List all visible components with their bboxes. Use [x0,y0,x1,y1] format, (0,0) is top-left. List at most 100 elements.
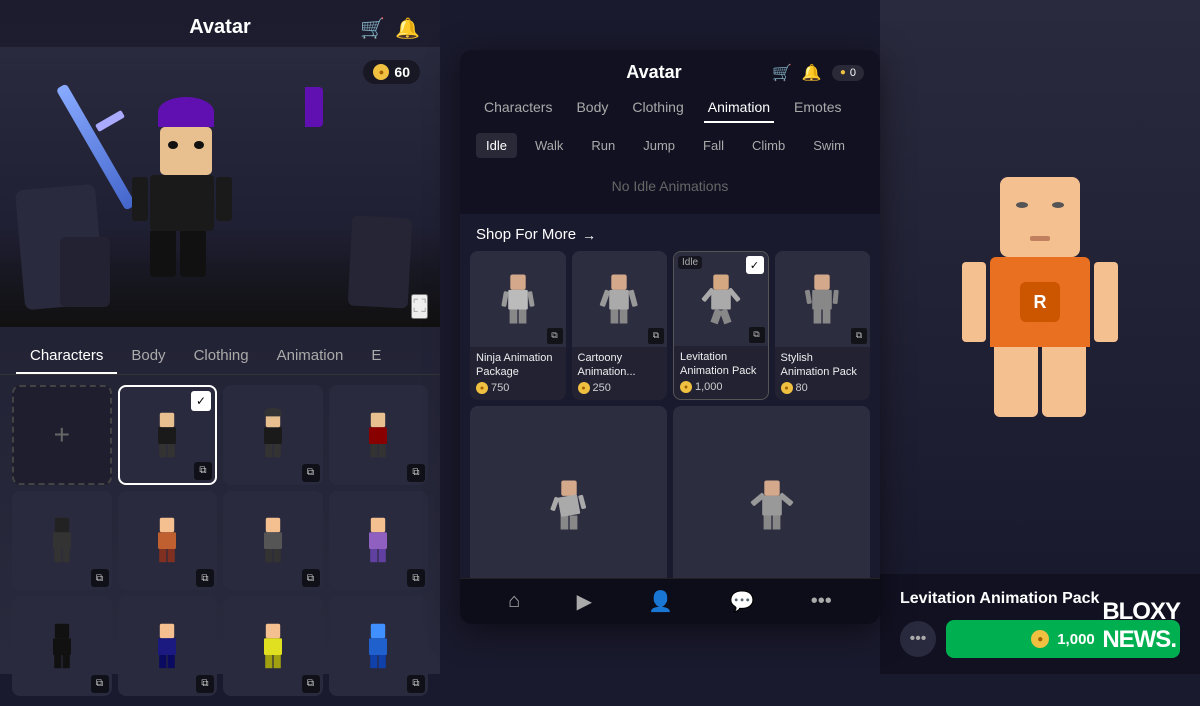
left-panel: Avatar 🛒 🔔 ● 60 [0,0,440,674]
nav-avatar-icon[interactable]: 👤 [648,589,673,614]
char-figure-2 [264,413,282,457]
right-arm-right [1094,262,1118,342]
sub-tab-climb[interactable]: Climb [742,133,795,158]
levitation-coin-icon: ● [680,381,692,393]
selected-check: ✓ [191,391,211,411]
mid-tab-emotes[interactable]: Emotes [790,93,845,123]
character-item-3[interactable]: ⧉ [329,385,429,485]
right-arm-left [962,262,986,342]
copy-badge-7: ⧉ [407,569,425,587]
buy-price: 1,000 [1057,631,1095,648]
nav-home-icon[interactable]: ⌂ [508,590,520,613]
character-grid: + ✓ ⧉ ⧉ [0,375,440,706]
character-item-10[interactable]: ⧉ [223,596,323,696]
shop-item-ninja-name: Ninja Animation Package [476,351,560,380]
copy-cartoony: ⧉ [648,328,664,344]
character-item-4[interactable]: ⧉ [12,491,112,591]
expand-button[interactable]: ⛶ [411,294,428,319]
mid-tab-clothing[interactable]: Clothing [628,93,687,123]
ninja-price-val: 750 [491,382,509,394]
cart-button[interactable]: 🛒 [360,16,385,41]
character-item-8[interactable]: ⧉ [12,596,112,696]
stylish-coin-icon: ● [781,382,793,394]
shop-item-bubbly-img: ⧉ [470,406,667,603]
shop-item-levitation[interactable]: Idle ✓ ⧉ Levitation Animation Pack [673,251,769,400]
shop-item-levitation-img: Idle ✓ ⧉ [674,252,768,346]
copy-badge-8: ⧉ [91,675,109,693]
sub-tab-walk[interactable]: Walk [525,133,573,158]
shop-item-cartoony-info: Cartoony Animation... ● 250 [572,347,668,401]
shop-item-stylish-name: Stylish Animation Pack [781,351,865,380]
char-figure-5 [158,518,176,562]
right-char-head [1000,177,1080,257]
tab-body[interactable]: Body [117,339,179,374]
sub-tab-fall[interactable]: Fall [693,133,734,158]
char-figure-6 [264,518,282,562]
right-char-arms [962,257,1118,347]
character-item-2[interactable]: ⧉ [223,385,323,485]
mid-panel: Avatar 🛒 🔔 ● 0 Characters Body Clothing … [460,50,880,624]
char-figure-11 [369,624,387,668]
left-header-icons: 🛒 🔔 [360,16,420,41]
mid-cart-button[interactable]: 🛒 [772,63,792,83]
character-item-9[interactable]: ⧉ [118,596,218,696]
coin-amount: 60 [394,64,410,80]
mid-bottom-nav: ⌂ ▶ 👤 💬 ••• [460,578,880,624]
copy-badge-6: ⧉ [302,569,320,587]
sub-tab-jump[interactable]: Jump [633,133,685,158]
shop-item-cartoony[interactable]: ⧉ Cartoony Animation... ● 250 [572,251,668,400]
shop-item-ninja-price: ● 750 [476,382,560,394]
sub-tab-idle[interactable]: Idle [476,133,517,158]
mid-bell-button[interactable]: 🔔 [802,63,822,83]
character-item-5[interactable]: ⧉ [118,491,218,591]
nav-play-icon[interactable]: ▶ [577,589,592,614]
tab-animation[interactable]: Animation [263,339,358,374]
watermark: BLOXY NEWS. [1102,598,1180,654]
coin-icon: ● [373,64,389,80]
character-item-11[interactable]: ⧉ [329,596,429,696]
shop-item-ninja-img: ⧉ [470,251,566,347]
right-character: R [990,177,1090,417]
shop-item-levitation-name: Levitation Animation Pack [680,350,762,379]
copy-badge-2: ⧉ [302,464,320,482]
shop-item-cartoony-name: Cartoony Animation... [578,351,662,380]
mid-sub-tabs: Idle Walk Run Jump Fall Climb Swim [460,123,880,158]
tab-more[interactable]: E [357,339,395,374]
nav-more-icon[interactable]: ••• [811,590,832,613]
right-char-legs [994,347,1086,417]
character-item-6[interactable]: ⧉ [223,491,323,591]
char-figure-8 [53,624,71,668]
stylish-price-val: 80 [796,382,808,394]
shop-item-cartoony-img: ⧉ [572,251,668,347]
copy-badge-3: ⧉ [407,464,425,482]
tab-clothing[interactable]: Clothing [180,339,263,374]
tab-characters[interactable]: Characters [16,339,117,374]
mid-tab-body[interactable]: Body [572,93,612,123]
ninja-coin-icon: ● [476,382,488,394]
add-character-button[interactable]: + [12,385,112,485]
shop-item-cartoony-price: ● 250 [578,382,662,394]
levitation-price-val: 1,000 [695,381,723,393]
character-item-1[interactable]: ✓ ⧉ [118,385,218,485]
right-char-body: R [990,257,1090,347]
mid-tab-characters[interactable]: Characters [480,93,556,123]
shop-header: Shop For More → [460,214,880,251]
mid-coin-badge: ● 0 [832,65,864,81]
shop-item-ninja[interactable]: ⧉ Ninja Animation Package ● 750 [470,251,566,400]
mid-nav-tabs: Characters Body Clothing Animation Emote… [476,93,864,123]
sub-tab-run[interactable]: Run [581,133,625,158]
mid-tab-animation[interactable]: Animation [704,93,774,123]
character-item-7[interactable]: ⧉ [329,491,429,591]
sub-tab-swim[interactable]: Swim [803,133,855,158]
no-animations-text: No Idle Animations [460,158,880,214]
shop-item-stylish[interactable]: ⧉ Stylish Animation Pack ● 80 [775,251,871,400]
bell-button[interactable]: 🔔 [395,16,420,41]
copy-badge-11: ⧉ [407,675,425,693]
more-options-button[interactable]: ••• [900,621,936,657]
plus-icon: + [54,419,70,451]
nav-chat-icon[interactable]: 💬 [730,589,755,614]
copy-badge-5: ⧉ [196,569,214,587]
shop-item-levitation-info: Levitation Animation Pack ● 1,000 [674,346,768,400]
copy-badge-4: ⧉ [91,569,109,587]
char-figure-7 [369,518,387,562]
